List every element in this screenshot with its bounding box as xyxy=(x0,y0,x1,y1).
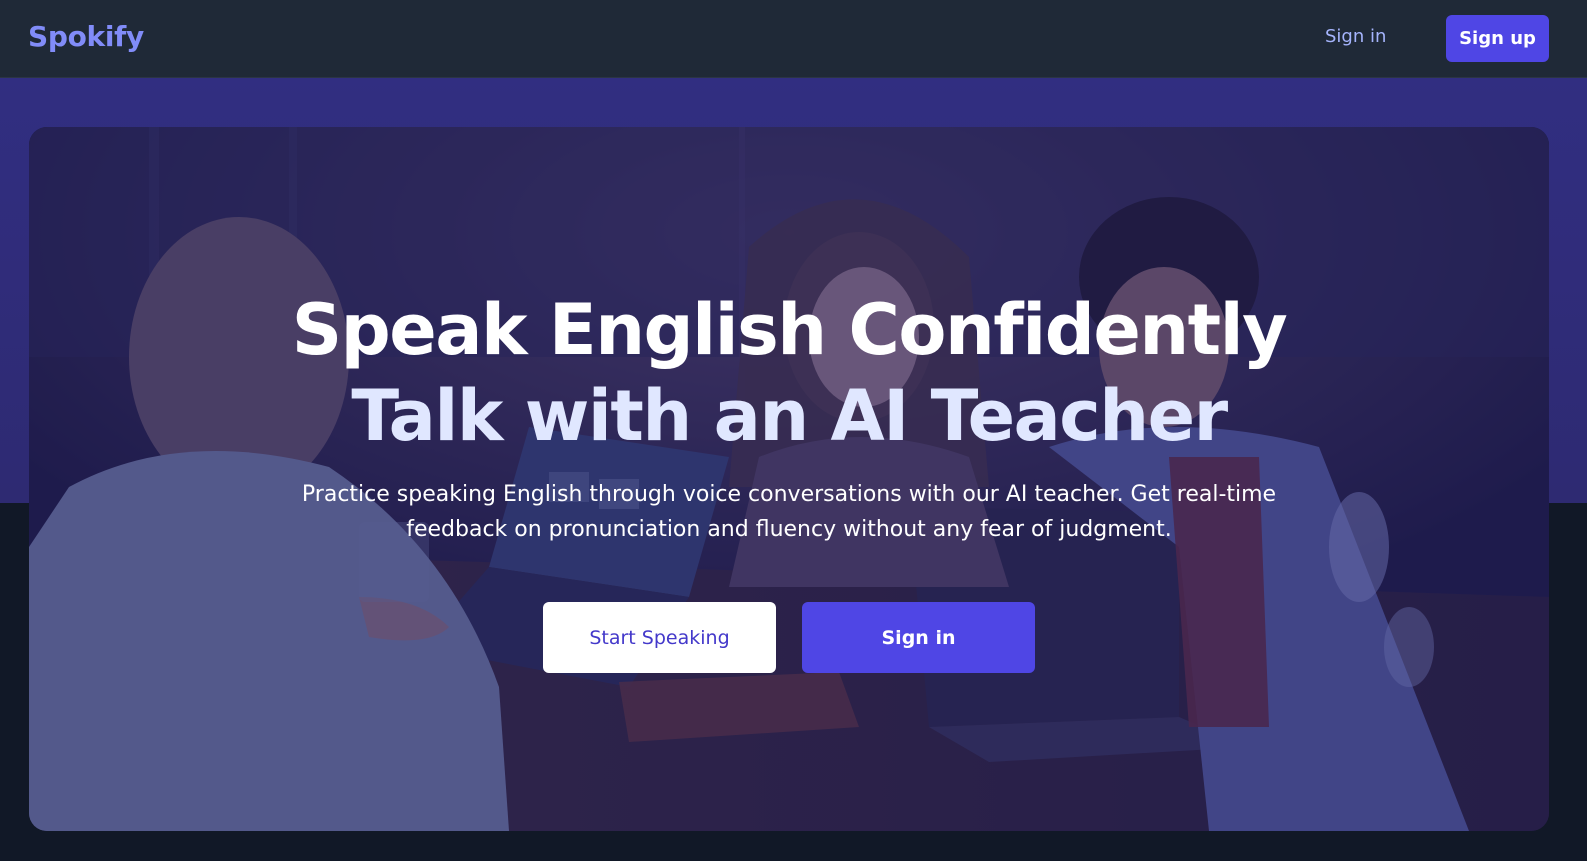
header-sign-up-button[interactable]: Sign up xyxy=(1446,15,1549,62)
brand-logo[interactable]: Spokify xyxy=(28,20,144,53)
header-sign-in-link[interactable]: Sign in xyxy=(1325,26,1386,47)
hero-content: Speak English Confidently Talk with an A… xyxy=(29,127,1549,831)
hero-banner: Speak English Confidently Talk with an A… xyxy=(29,127,1549,831)
hero-headline-line-2: Talk with an AI Teacher xyxy=(351,375,1228,457)
hero-sign-in-button[interactable]: Sign in xyxy=(802,602,1035,673)
hero-headline-line-1: Speak English Confidently xyxy=(291,289,1288,371)
hero-headline: Speak English Confidently Talk with an A… xyxy=(29,287,1549,459)
top-navigation-bar: Spokify Sign in Sign up xyxy=(0,0,1587,78)
hero-subtitle: Practice speaking English through voice … xyxy=(301,482,1277,542)
start-speaking-button[interactable]: Start Speaking xyxy=(543,602,776,673)
